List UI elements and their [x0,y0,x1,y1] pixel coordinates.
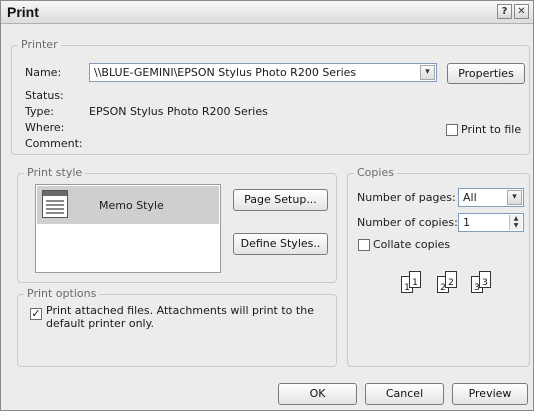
preview-button[interactable]: Preview [452,383,528,405]
printer-name-value: \\BLUE-GEMINI\EPSON Stylus Photo R200 Se… [94,66,357,79]
printer-name-label: Name: [25,66,62,79]
print-to-file-checkbox[interactable] [446,124,458,136]
type-value: EPSON Stylus Photo R200 Series [89,105,268,118]
printer-group: Printer [11,39,530,155]
collate-copies-label[interactable]: Collate copies [373,238,450,251]
number-of-copies-stepper[interactable]: 1 ▲ ▼ [458,213,524,232]
number-of-copies-value: 1 [463,216,470,229]
window-title: Print [7,4,39,20]
collate-page: 3 [479,271,491,288]
number-of-pages-value: All [463,191,477,204]
number-of-copies-label: Number of copies: [357,216,458,229]
spin-up-icon[interactable]: ▲ [510,215,522,222]
list-item[interactable]: Memo Style [37,186,219,224]
page-setup-button[interactable]: Page Setup... [233,189,328,211]
define-styles-button[interactable]: Define Styles.. [233,233,328,255]
chevron-down-icon[interactable]: ▾ [420,65,435,80]
where-label: Where: [25,121,65,134]
spin-down-icon[interactable]: ▼ [510,222,522,229]
print-to-file-label[interactable]: Print to file [461,123,521,136]
ok-button[interactable]: OK [278,383,357,405]
collate-page: 1 [409,271,421,288]
print-attached-files-label-cont[interactable]: default printer only. [46,317,154,330]
cancel-button[interactable]: Cancel [365,383,444,405]
comment-label: Comment: [25,137,83,150]
memo-style-label: Memo Style [99,199,164,212]
chevron-down-icon[interactable]: ▾ [507,190,522,205]
spinner-arrows-icon[interactable]: ▲ ▼ [509,215,522,230]
memo-style-icon [42,190,68,218]
copies-group-label: Copies [354,167,397,179]
print-dialog: Print ? ✕ Printer Name: \\BLUE-GEMINI\EP… [0,0,534,411]
title-bar[interactable]: Print ? ✕ [1,1,533,24]
collate-page: 2 [445,271,457,288]
printer-group-label: Printer [18,39,61,51]
number-of-pages-select[interactable]: All ▾ [458,188,524,207]
properties-button[interactable]: Properties [447,63,525,84]
close-icon[interactable]: ✕ [514,4,529,19]
print-style-list[interactable]: Memo Style [35,184,221,273]
print-attached-files-checkbox[interactable]: ✓ [30,308,42,320]
print-attached-files-label[interactable]: Print attached files. Attachments will p… [46,304,314,317]
type-label: Type: [25,105,54,118]
status-label: Status: [25,89,64,102]
print-options-group-label: Print options [24,288,100,300]
collate-copies-checkbox[interactable] [358,239,370,251]
printer-name-select[interactable]: \\BLUE-GEMINI\EPSON Stylus Photo R200 Se… [89,63,437,82]
number-of-pages-label: Number of pages: [357,191,456,204]
help-icon[interactable]: ? [497,4,512,19]
print-style-group-label: Print style [24,167,86,179]
